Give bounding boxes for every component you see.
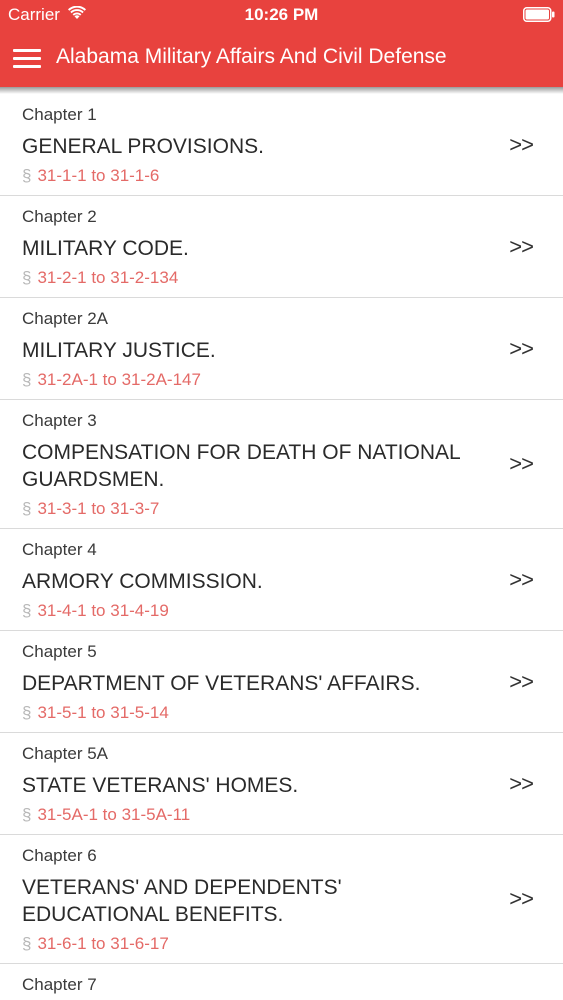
chevron-right-icon: >> [509, 233, 534, 259]
nav-bar: Alabama Military Affairs And Civil Defen… [0, 30, 563, 87]
section-range: § 31-3-1 to 31-3-7 [22, 499, 483, 519]
chapter-list: Chapter 1 GENERAL PROVISIONS. § 31-1-1 to 3… [0, 94, 563, 1000]
chapter-row[interactable]: Chapter 4 ARMORY COMMISSION. § 31-4-1 to 31… [0, 529, 563, 631]
chapter-number: Chapter 1 [22, 105, 97, 124]
chapter-number: Chapter 2A [22, 309, 108, 328]
chapter-title: DEPARTMENT OF VETERANS' AFFAIRS. [22, 672, 421, 695]
section-symbol: § [22, 934, 32, 953]
section-range-text: 31-4-1 to 31-4-19 [37, 601, 169, 620]
section-symbol: § [22, 268, 32, 287]
chapter-number: Chapter 3 [22, 411, 97, 430]
section-range: § 31-5A-1 to 31-5A-11 [22, 805, 483, 825]
section-symbol: § [22, 805, 32, 824]
chapter-title: ARMORY COMMISSION. [22, 570, 263, 593]
section-range-text: 31-2-1 to 31-2-134 [37, 268, 179, 287]
nav-shadow [0, 87, 563, 94]
chapter-row[interactable]: Chapter 6 VETERANS' AND DEPENDENTS' EDUCA… [0, 835, 563, 964]
chapter-number: Chapter 5A [22, 744, 108, 763]
section-symbol: § [22, 601, 32, 620]
chevron-right-icon: >> [509, 335, 534, 361]
chapter-number: Chapter 2 [22, 207, 97, 226]
chapter-title: STATE VETERANS' HOMES. [22, 774, 299, 797]
chapter-number: Chapter 6 [22, 846, 97, 865]
hamburger-menu-icon[interactable] [13, 45, 41, 69]
chevron-right-icon: >> [509, 770, 534, 796]
chapter-row[interactable]: Chapter 3 COMPENSATION FOR DEATH OF NATIO… [0, 400, 563, 529]
chevron-right-icon: >> [509, 668, 534, 694]
section-symbol: § [22, 166, 32, 185]
section-range: § 31-2-1 to 31-2-134 [22, 268, 483, 288]
status-time: 10:26 PM [244, 5, 319, 24]
section-symbol: § [22, 370, 32, 389]
chapter-title: VETERANS' AND DEPENDENTS' EDUCATIONAL BE… [22, 876, 342, 926]
chapter-number: Chapter 7 [22, 975, 97, 994]
chapter-row[interactable]: Chapter 2 MILITARY CODE. § 31-2-1 to 31-2-1… [0, 196, 563, 298]
section-range: § 31-1-1 to 31-1-6 [22, 166, 483, 186]
chapter-title: GENERAL PROVISIONS. [22, 135, 264, 158]
chevron-right-icon: >> [509, 886, 534, 911]
section-range-text: 31-1-1 to 31-1-6 [37, 166, 160, 185]
chapter-row[interactable]: Chapter 2A MILITARY JUSTICE. § 31-2A-1 to 3… [0, 298, 563, 400]
section-range: § 31-2A-1 to 31-2A-147 [22, 370, 483, 390]
chapter-number: Chapter 4 [22, 540, 97, 559]
chevron-right-icon: >> [509, 566, 534, 592]
battery-icon [523, 7, 555, 22]
section-range: § 31-4-1 to 31-4-19 [22, 601, 483, 621]
chevron-right-icon: >> [509, 131, 534, 157]
section-range-text: 31-5A-1 to 31-5A-11 [37, 805, 191, 824]
nav-title: Alabama Military Affairs And Civil Defen… [56, 45, 447, 68]
chevron-right-icon: >> [509, 451, 534, 476]
status-bar: Carrier 10:26 PM [0, 0, 563, 30]
chapter-number: Chapter 5 [22, 642, 97, 661]
section-range: § 31-5-1 to 31-5-14 [22, 703, 483, 723]
chapter-title: MILITARY CODE. [22, 237, 189, 260]
chapter-row[interactable]: Chapter 5 DEPARTMENT OF VETERANS' AFFAIRS… [0, 631, 563, 733]
chapter-title: MILITARY JUSTICE. [22, 339, 216, 362]
chapter-title: COMPENSATION FOR DEATH OF NATIONAL GUARD… [22, 441, 460, 491]
section-range-text: 31-6-1 to 31-6-17 [37, 934, 169, 953]
section-symbol: § [22, 499, 32, 518]
section-range-text: 31-5-1 to 31-5-14 [37, 703, 169, 722]
section-range-text: 31-2A-1 to 31-2A-147 [37, 370, 201, 389]
section-symbol: § [22, 703, 32, 722]
chapter-row[interactable]: Chapter 5A STATE VETERANS' HOMES. § 31-5A-1… [0, 733, 563, 835]
chapter-row[interactable]: Chapter 1 GENERAL PROVISIONS. § 31-1-1 to 3… [0, 94, 563, 196]
section-range-text: 31-3-1 to 31-3-7 [37, 499, 160, 518]
chapter-row[interactable]: Chapter 7 [0, 964, 563, 1000]
section-range: § 31-6-1 to 31-6-17 [22, 934, 483, 954]
